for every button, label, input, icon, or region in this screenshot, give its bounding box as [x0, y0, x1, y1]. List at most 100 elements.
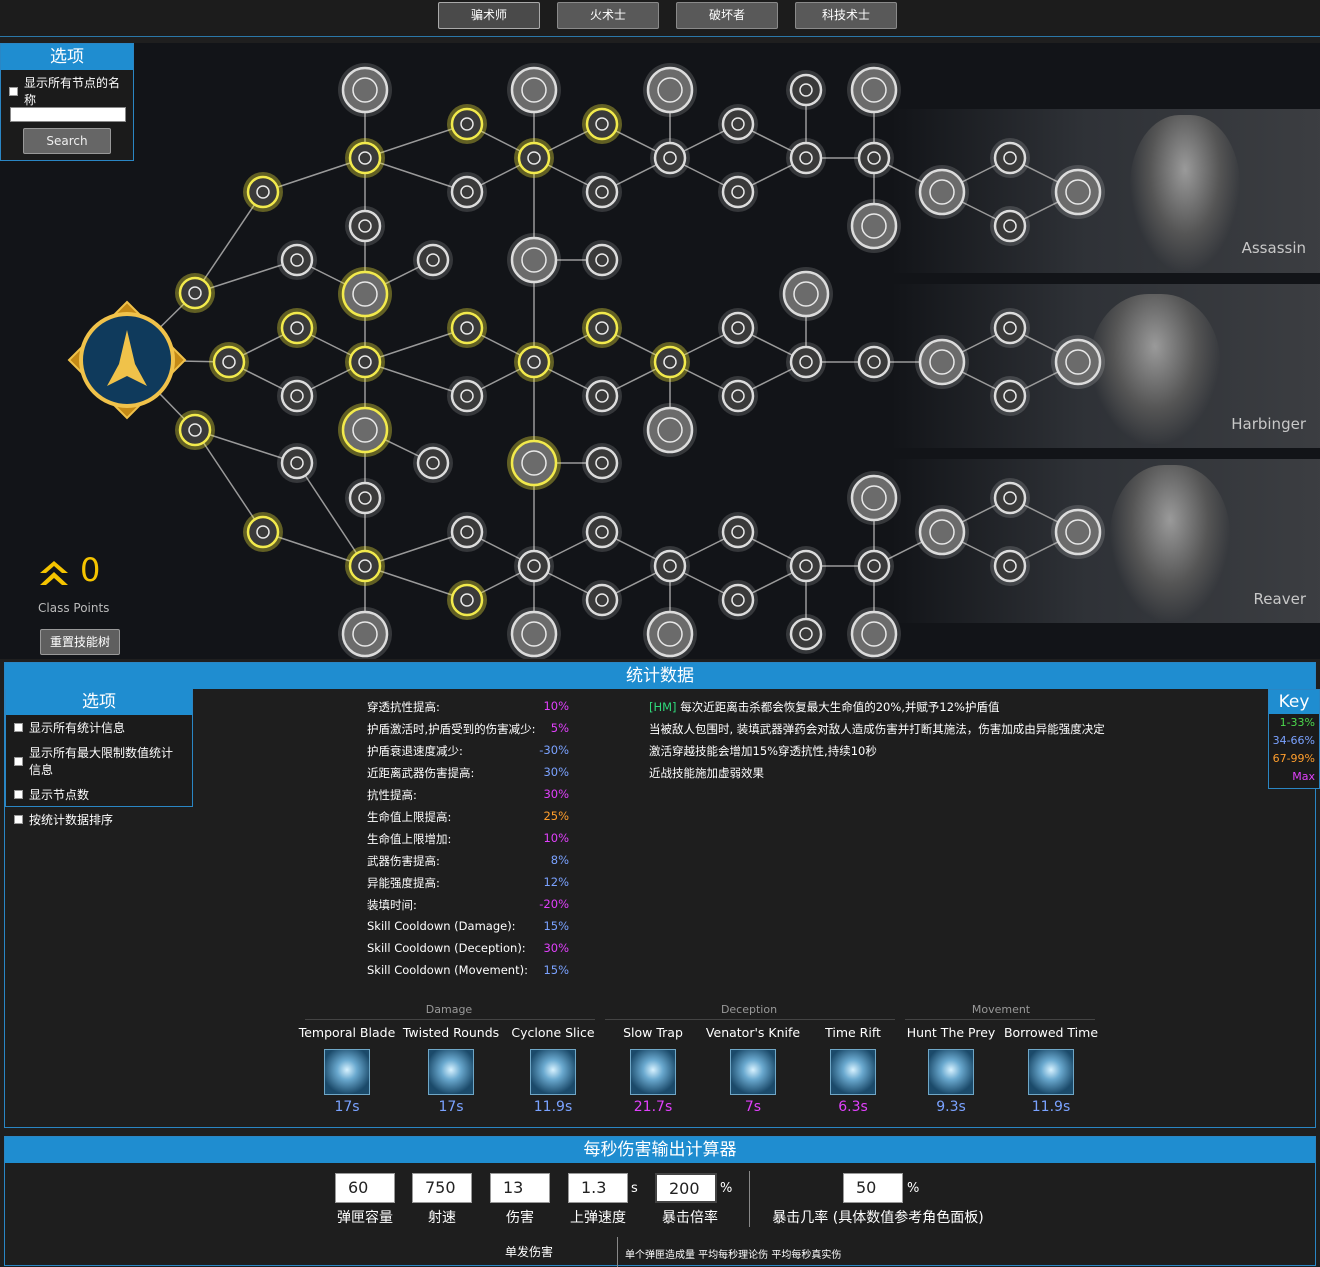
skill-node[interactable]: [345, 206, 385, 246]
skill-node[interactable]: [847, 607, 901, 659]
sort-by-stats-checkbox[interactable]: [14, 815, 23, 824]
skill-node[interactable]: [582, 240, 622, 280]
node-search-input[interactable]: [10, 107, 126, 122]
skill-node[interactable]: [718, 580, 758, 620]
skill-node[interactable]: [854, 342, 894, 382]
skill-node[interactable]: [990, 308, 1030, 348]
skill-node[interactable]: [507, 233, 561, 287]
skill-node[interactable]: [507, 63, 561, 117]
skill-node[interactable]: [277, 240, 317, 280]
skill-node[interactable]: [447, 308, 487, 348]
skill-node[interactable]: [854, 138, 894, 178]
show-node-names-row[interactable]: 显示所有节点的名称: [1, 70, 133, 112]
crit-multiplier-input[interactable]: 200: [655, 1173, 717, 1203]
skill-node[interactable]: [514, 546, 554, 586]
tab-trickster[interactable]: 骗术师: [438, 2, 540, 29]
skill-node[interactable]: [786, 546, 826, 586]
skill-node[interactable]: [847, 199, 901, 253]
reload-speed-input[interactable]: 1.3: [568, 1173, 628, 1203]
skill-node[interactable]: [990, 138, 1030, 178]
skill-node[interactable]: [338, 607, 392, 659]
skill-node[interactable]: [779, 267, 833, 321]
skill-node[interactable]: [718, 172, 758, 212]
crit-chance-input[interactable]: 50: [843, 1173, 903, 1203]
skill-node[interactable]: [643, 63, 697, 117]
skill-node[interactable]: [718, 308, 758, 348]
skill-node[interactable]: [338, 267, 392, 321]
skill-card[interactable]: Cyclone Slice 11.9s: [501, 1025, 605, 1115]
show-max-stats-checkbox[interactable]: [14, 756, 23, 766]
sort-by-stats-row[interactable]: 按统计数据排序: [6, 807, 192, 832]
damage-input[interactable]: 13: [490, 1173, 550, 1203]
skill-node[interactable]: [243, 512, 283, 552]
skill-node[interactable]: [1051, 505, 1105, 559]
show-all-stats-checkbox[interactable]: [14, 723, 23, 732]
skill-node[interactable]: [786, 138, 826, 178]
skill-node[interactable]: [507, 607, 561, 659]
skill-node[interactable]: [447, 580, 487, 620]
skill-node[interactable]: [413, 443, 453, 483]
skill-node[interactable]: [277, 376, 317, 416]
skill-node[interactable]: [447, 376, 487, 416]
skill-node[interactable]: [786, 614, 826, 654]
skill-node[interactable]: [338, 403, 392, 457]
skill-node[interactable]: [582, 512, 622, 552]
show-max-stats-row[interactable]: 显示所有最大限制数值统计信息: [6, 740, 192, 782]
skill-node[interactable]: [514, 138, 554, 178]
skill-node[interactable]: [413, 240, 453, 280]
skill-node[interactable]: [847, 471, 901, 525]
skill-node[interactable]: [514, 342, 554, 382]
skill-node[interactable]: [643, 403, 697, 457]
skill-node[interactable]: [582, 172, 622, 212]
skill-node[interactable]: [345, 478, 385, 518]
skill-node[interactable]: [643, 607, 697, 659]
skill-card[interactable]: Temporal Blade 17s: [295, 1025, 399, 1115]
skill-node[interactable]: [277, 443, 317, 483]
skill-node[interactable]: [277, 308, 317, 348]
skill-node[interactable]: [447, 512, 487, 552]
skill-node[interactable]: [650, 342, 690, 382]
skill-node[interactable]: [345, 138, 385, 178]
skill-node[interactable]: [582, 376, 622, 416]
skill-node[interactable]: [175, 273, 215, 313]
skill-node[interactable]: [718, 512, 758, 552]
skill-node[interactable]: [990, 546, 1030, 586]
skill-node[interactable]: [507, 436, 561, 490]
skill-node[interactable]: [175, 410, 215, 450]
skill-node[interactable]: [786, 342, 826, 382]
skill-node[interactable]: [338, 63, 392, 117]
skill-node[interactable]: [209, 342, 249, 382]
reset-skill-tree-button[interactable]: 重置技能树: [40, 629, 120, 655]
skill-card[interactable]: Venator's Knife 7s: [701, 1025, 805, 1115]
skill-node[interactable]: [1051, 165, 1105, 219]
skill-node[interactable]: [915, 165, 969, 219]
skill-node[interactable]: [582, 580, 622, 620]
skill-node[interactable]: [718, 376, 758, 416]
skill-node[interactable]: [990, 376, 1030, 416]
fire-rate-input[interactable]: 750: [412, 1173, 472, 1203]
tab-devastator[interactable]: 破坏者: [676, 2, 778, 29]
skill-node[interactable]: [786, 70, 826, 110]
skill-node[interactable]: [447, 104, 487, 144]
skill-node[interactable]: [650, 138, 690, 178]
skill-card[interactable]: Hunt The Prey 9.3s: [899, 1025, 1003, 1115]
skill-node[interactable]: [582, 443, 622, 483]
skill-node[interactable]: [582, 104, 622, 144]
skill-node[interactable]: [854, 546, 894, 586]
skill-node[interactable]: [915, 505, 969, 559]
skill-card[interactable]: Borrowed Time 11.9s: [999, 1025, 1103, 1115]
skill-card[interactable]: Slow Trap 21.7s: [601, 1025, 705, 1115]
show-node-count-row[interactable]: 显示节点数: [6, 782, 192, 807]
skill-node[interactable]: [718, 104, 758, 144]
skill-node[interactable]: [345, 546, 385, 586]
skill-node[interactable]: [990, 206, 1030, 246]
show-node-names-checkbox[interactable]: [9, 86, 18, 96]
skill-node[interactable]: [345, 342, 385, 382]
search-button[interactable]: Search: [23, 128, 111, 154]
show-all-stats-row[interactable]: 显示所有统计信息: [6, 715, 192, 740]
skill-node[interactable]: [1051, 335, 1105, 389]
skill-node[interactable]: [650, 546, 690, 586]
skill-card[interactable]: Twisted Rounds 17s: [399, 1025, 503, 1115]
skill-node[interactable]: [243, 172, 283, 212]
skill-node[interactable]: [582, 308, 622, 348]
